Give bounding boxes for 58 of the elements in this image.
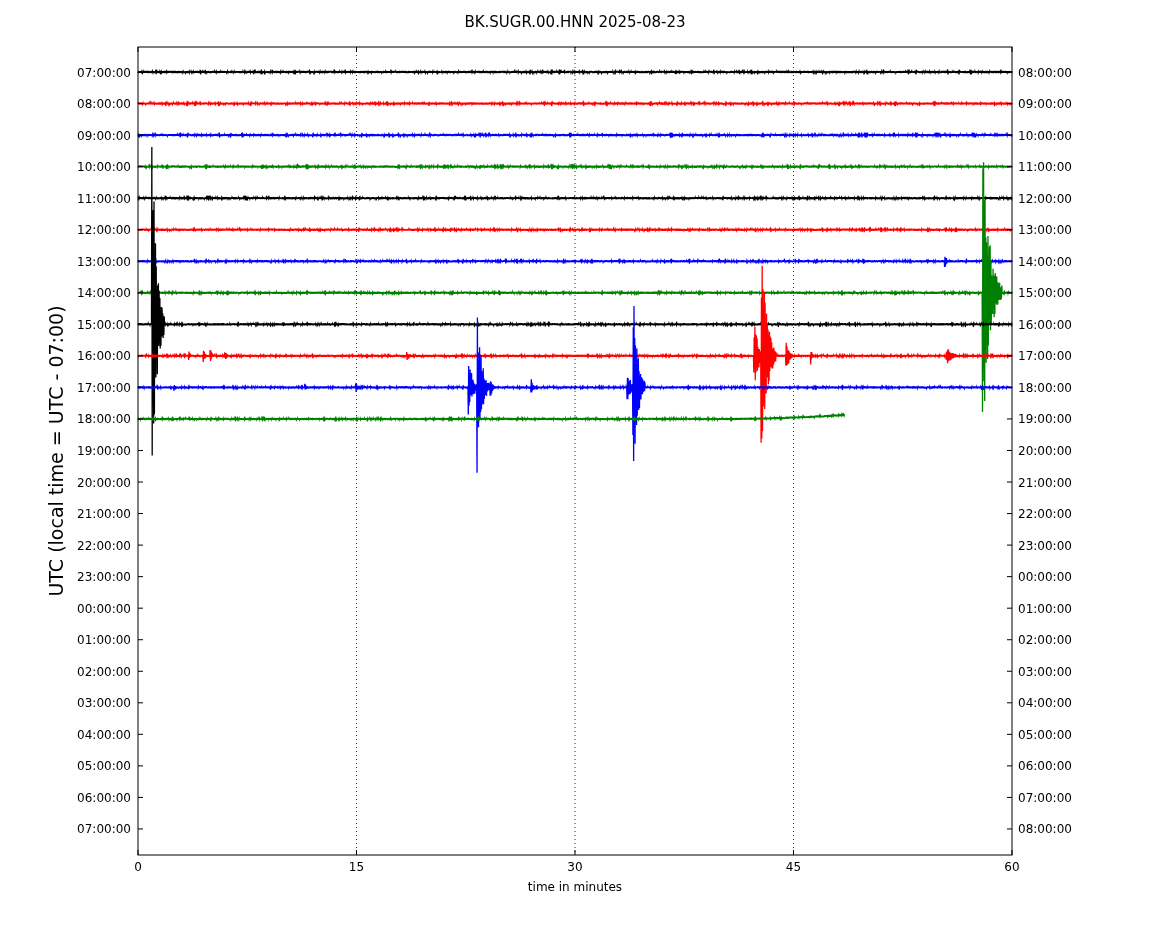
- tick-label: 20:00:00: [1018, 444, 1072, 458]
- tick-label: 06:00:00: [1018, 759, 1072, 774]
- tick-label: 21:00:00: [77, 507, 131, 522]
- tick-label: 04:00:00: [77, 727, 131, 742]
- tick-label: 05:00:00: [1018, 727, 1072, 742]
- tick-label: 08:00:00: [77, 97, 131, 112]
- tick-label: 18:00:00: [1018, 380, 1072, 395]
- tick-label: 15:00:00: [1018, 286, 1072, 301]
- tick-label: 09:00:00: [1018, 97, 1072, 112]
- tick-label: 30: [567, 860, 583, 874]
- tick-label: 08:00:00: [1018, 822, 1072, 837]
- x-axis-label: time in minutes: [527, 880, 623, 894]
- tick-label: 45: [785, 860, 802, 874]
- tick-label: 16:00:00: [1018, 317, 1072, 332]
- tick-label: 02:00:00: [77, 664, 131, 679]
- tick-label: 11:00:00: [77, 191, 131, 206]
- tick-label: 14:00:00: [77, 286, 131, 301]
- tick-label: 00:00:00: [77, 601, 131, 616]
- tick-label: 10:00:00: [77, 160, 131, 175]
- tick-label: 17:00:00: [1018, 349, 1072, 364]
- tick-label: 00:00:00: [1018, 570, 1072, 585]
- tick-label: 07:00:00: [77, 65, 131, 80]
- tick-label: 02:00:00: [1018, 633, 1072, 648]
- tick-label: 19:00:00: [77, 444, 131, 458]
- tick-label: 0: [134, 860, 142, 874]
- tick-label: 01:00:00: [77, 633, 131, 648]
- tick-label: 07:00:00: [1018, 790, 1072, 805]
- tick-label: 05:00:00: [77, 759, 131, 774]
- tick-label: 22:00:00: [77, 538, 131, 553]
- tick-label: 07:00:00: [77, 822, 131, 837]
- figure-title: BK.SUGR.00.HNN 2025-08-23: [464, 13, 686, 31]
- tick-label: 14:00:00: [1018, 254, 1072, 269]
- tick-label: 08:00:00: [1018, 65, 1072, 80]
- tick-label: 13:00:00: [1018, 223, 1072, 238]
- tick-label: 12:00:00: [77, 223, 131, 238]
- tick-label: 01:00:00: [1018, 601, 1072, 616]
- tick-label: 09:00:00: [77, 128, 131, 143]
- tick-label: 12:00:00: [1018, 191, 1072, 206]
- tick-label: 03:00:00: [1018, 664, 1072, 679]
- tick-label: 20:00:00: [77, 475, 131, 490]
- tick-label: 19:00:00: [1018, 412, 1072, 427]
- tick-label: 13:00:00: [77, 254, 131, 269]
- tick-label: 16:00:00: [77, 349, 131, 364]
- tick-label: 15: [348, 860, 365, 874]
- tick-label: 11:00:00: [1018, 160, 1072, 175]
- tick-label: 23:00:00: [77, 570, 131, 585]
- tick-label: 17:00:00: [77, 380, 131, 395]
- tick-label: 10:00:00: [1018, 128, 1072, 143]
- tick-label: 03:00:00: [77, 696, 131, 711]
- tick-label: 04:00:00: [1018, 696, 1072, 711]
- tick-label: 18:00:00: [77, 412, 131, 427]
- tick-label: 06:00:00: [77, 790, 131, 805]
- tick-label: 60: [1004, 860, 1020, 874]
- tick-label: 15:00:00: [77, 317, 131, 332]
- tick-label: 21:00:00: [1018, 475, 1072, 490]
- tick-label: 23:00:00: [1018, 538, 1072, 553]
- y-axis-label: UTC (local time = UTC - 07:00): [45, 305, 67, 597]
- tick-label: 22:00:00: [1018, 507, 1072, 522]
